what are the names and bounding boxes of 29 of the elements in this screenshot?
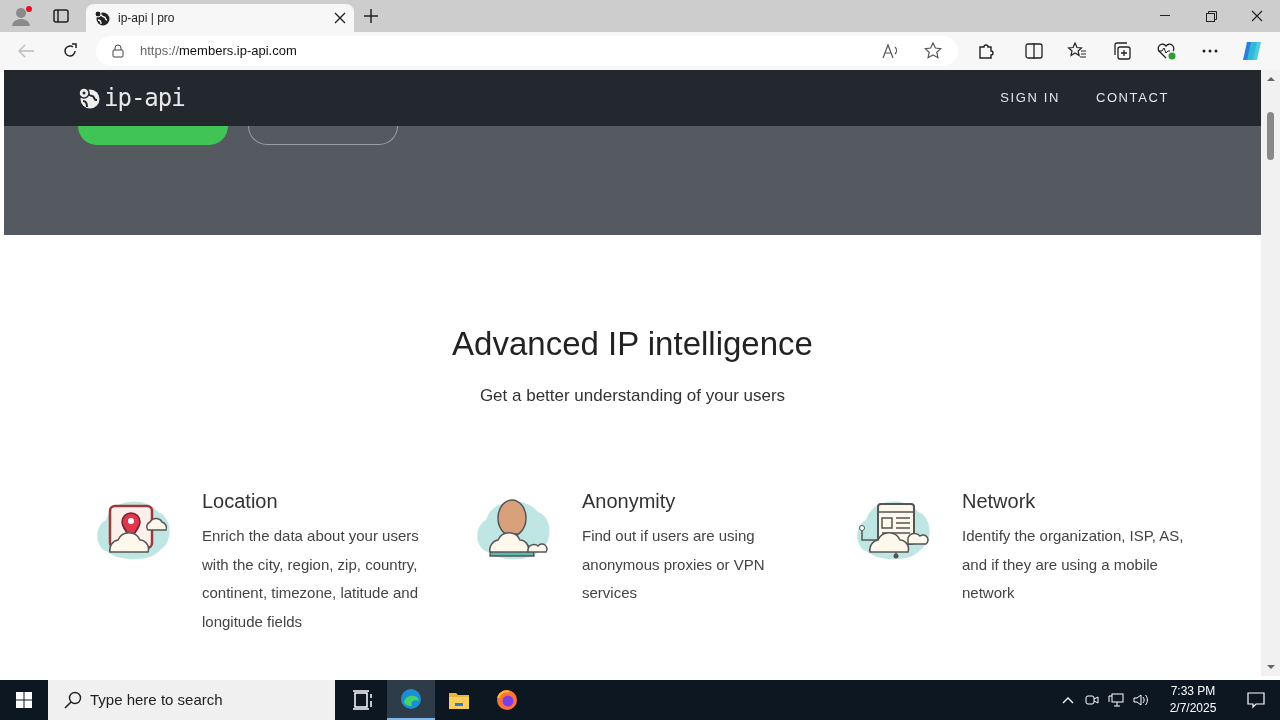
- browser-tab[interactable]: ip-api | pro: [86, 4, 354, 32]
- close-icon[interactable]: [334, 12, 346, 24]
- scroll-up-icon[interactable]: [1265, 74, 1276, 84]
- address-bar[interactable]: https://members.ip-api.com: [96, 36, 958, 66]
- feature-description: Identify the organization, ISP, AS, and if they are using a mobile network: [962, 526, 1185, 603]
- feature-description: Find out if users are using anonymous proxies or VPN services: [582, 526, 766, 603]
- taskbar-search-field[interactable]: Type here to search: [48, 680, 335, 720]
- scroll-down-icon[interactable]: [1265, 662, 1276, 672]
- section-title: Advanced IP intelligence: [451, 324, 814, 364]
- nav-link[interactable]: SIGN IN: [1000, 88, 1060, 108]
- feature-description: Enrich the data about your users with the city, region, zip, country, continent, timezone, latitude and longitude fields: [202, 526, 420, 632]
- globe-icon: [94, 10, 110, 26]
- logo-text[interactable]: ip-api: [104, 80, 185, 116]
- lock-icon: [112, 44, 124, 58]
- read-aloud-icon[interactable]: [882, 43, 900, 59]
- clock-time[interactable]: 7:33 PM: [1162, 683, 1224, 700]
- clock-date[interactable]: 2/7/2025: [1162, 700, 1224, 717]
- section-subtitle: Get a better understanding of your users: [478, 384, 787, 407]
- star-icon[interactable]: [924, 42, 942, 60]
- search-icon: [64, 691, 82, 709]
- nav-link[interactable]: CONTACT: [1095, 88, 1169, 108]
- pricing-button[interactable]: [78, 126, 228, 145]
- feature-title: Anonymity: [582, 489, 677, 514]
- scrollbar[interactable]: [1261, 70, 1280, 676]
- globe-icon: [78, 87, 100, 109]
- feature-title: Location: [202, 489, 279, 514]
- feature-title: Network: [962, 489, 1037, 514]
- edge-icon[interactable]: [387, 680, 435, 720]
- scroll-thumb[interactable]: [1267, 112, 1274, 160]
